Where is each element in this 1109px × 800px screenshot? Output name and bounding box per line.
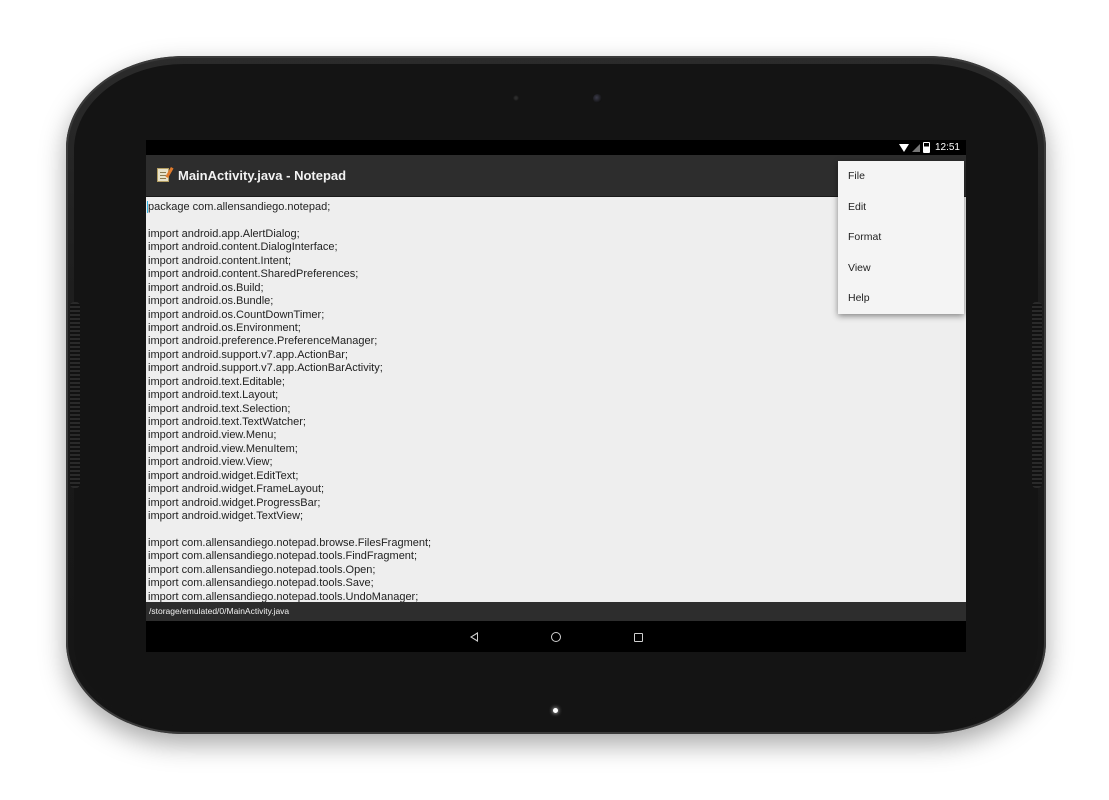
- recents-icon: [633, 632, 643, 642]
- status-clock: 12:51: [934, 142, 960, 153]
- code-line: import android.content.DialogInterface;: [148, 241, 338, 254]
- menu-item-label: Help: [848, 292, 870, 304]
- code-line: import android.text.TextWatcher;: [148, 416, 306, 428]
- code-line: import android.widget.FrameLayout;: [148, 483, 325, 496]
- code-line: import android.os.Build;: [148, 281, 264, 294]
- navigation-bar: [146, 621, 966, 652]
- status-icons: 12:51: [898, 141, 960, 154]
- code-line: import android.widget.ProgressBar;: [148, 496, 321, 509]
- menu-item-file[interactable]: File: [838, 161, 964, 191]
- editor-content[interactable]: package com.allensandiego.notepad; import…: [148, 201, 431, 602]
- code-line: import com.allensandiego.notepad.tools.U…: [148, 590, 419, 602]
- menu-item-view[interactable]: View: [838, 253, 964, 283]
- code-line: import android.app.AlertDialog;: [148, 227, 300, 240]
- app-title: MainActivity.java - Notepad: [178, 168, 347, 183]
- file-path-bar: /storage/emulated/0/MainActivity.java: [146, 602, 966, 621]
- menu-item-format[interactable]: Format: [838, 222, 964, 252]
- code-line: import com.allensandiego.notepad.tools.S…: [148, 577, 374, 590]
- home-button[interactable]: [548, 629, 564, 645]
- recents-button[interactable]: [630, 629, 646, 645]
- notepad-icon[interactable]: [157, 168, 169, 182]
- code-line: import android.support.v7.app.ActionBar;: [148, 348, 348, 361]
- menu-item-label: Edit: [848, 201, 867, 213]
- code-line: import android.text.Layout;: [148, 389, 279, 402]
- code-line: import android.os.CountDownTimer;: [148, 308, 325, 321]
- code-line: import android.os.Bundle;: [148, 295, 274, 308]
- code-line: import android.content.SharedPreferences…: [148, 268, 359, 281]
- menu-item-label: Format: [848, 231, 882, 243]
- notification-led: [553, 708, 558, 713]
- file-path: /storage/emulated/0/MainActivity.java: [149, 606, 290, 616]
- code-line: import android.text.Editable;: [148, 375, 285, 388]
- speaker-right: [1032, 302, 1042, 488]
- back-button[interactable]: [466, 629, 482, 645]
- status-bar: 12:51: [146, 140, 966, 155]
- code-line: import android.view.Menu;: [148, 429, 277, 442]
- front-camera-icon: [593, 94, 602, 103]
- code-line: import android.content.Intent;: [148, 254, 292, 267]
- code-line: import android.preference.PreferenceMana…: [148, 335, 378, 348]
- code-line: import android.os.Environment;: [148, 321, 301, 334]
- home-icon: [551, 632, 561, 642]
- battery-icon: [922, 142, 930, 153]
- menu-item-label: View: [848, 262, 871, 274]
- overflow-menu: File Edit Format View Help: [838, 161, 964, 314]
- code-line: import android.view.View;: [148, 456, 273, 469]
- device-screen: 12:51 MainActivity.java - Notepad packag…: [146, 140, 966, 652]
- code-line: import android.support.v7.app.ActionBarA…: [148, 362, 383, 375]
- code-line: import android.widget.EditText;: [148, 469, 299, 482]
- code-line: import com.allensandiego.notepad.tools.O…: [148, 563, 376, 576]
- menu-item-edit[interactable]: Edit: [838, 192, 964, 222]
- proximity-sensor: [513, 95, 519, 101]
- code-line: import android.view.MenuItem;: [148, 442, 298, 455]
- speaker-left: [70, 302, 80, 488]
- code-line: import com.allensandiego.notepad.browse.…: [148, 536, 432, 549]
- menu-item-label: File: [848, 170, 865, 182]
- code-line: import android.widget.TextView;: [148, 510, 304, 523]
- wifi-icon: [898, 143, 909, 152]
- code-line: package com.allensandiego.notepad;: [148, 201, 331, 213]
- back-icon: [470, 632, 478, 642]
- signal-icon: [911, 143, 920, 152]
- code-line: import com.allensandiego.notepad.tools.F…: [148, 550, 418, 563]
- code-line: import android.text.Selection;: [148, 402, 291, 415]
- menu-item-help[interactable]: Help: [838, 283, 964, 313]
